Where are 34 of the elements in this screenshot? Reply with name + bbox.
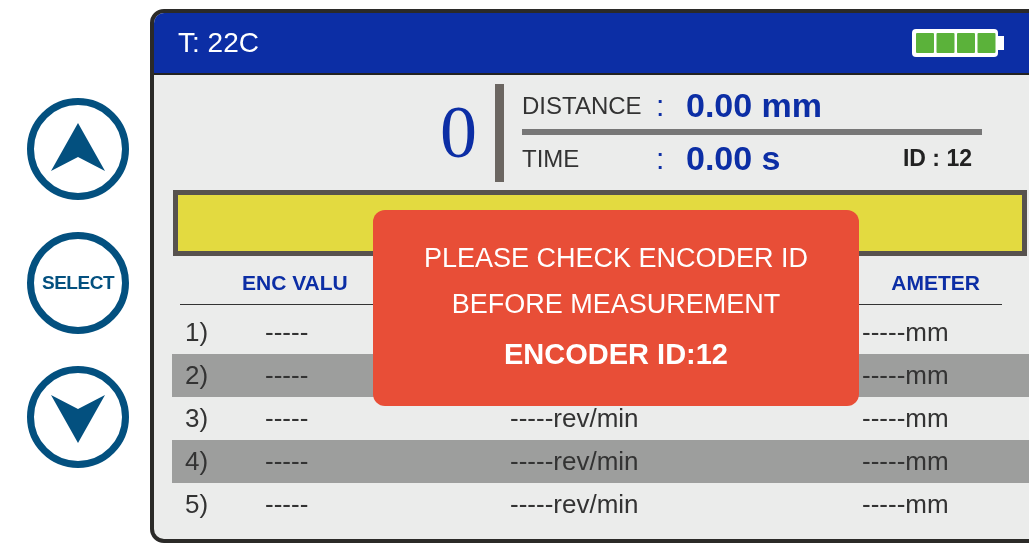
alert-message: PLEASE CHECK ENCODER ID bbox=[423, 242, 809, 275]
table-cell-text: -----mm bbox=[862, 445, 949, 478]
time-value: 0.00 s bbox=[686, 138, 781, 179]
distance-label: DISTANCE bbox=[522, 90, 643, 121]
table-cell-text: -----mm bbox=[862, 488, 949, 521]
alert-encoder-id: ENCODER ID:12 bbox=[504, 337, 728, 372]
column-header: ENC VALU bbox=[242, 269, 348, 296]
temperature-text: T: 22C bbox=[178, 26, 259, 60]
table-cell-text: ----- bbox=[265, 488, 310, 521]
table-cell: -----rev/min bbox=[510, 403, 639, 433]
row-number: 4) bbox=[184, 445, 210, 478]
colon-separator: : bbox=[656, 141, 666, 177]
row-number: 2) bbox=[184, 359, 210, 392]
id-text: ID : 12 bbox=[902, 144, 972, 174]
row-number: 3) bbox=[184, 402, 210, 435]
distance-value: 0.00 mm bbox=[686, 85, 823, 126]
column-header: AMETER bbox=[891, 269, 980, 296]
select-button[interactable]: SELECT bbox=[27, 232, 129, 334]
table-cell-text: ----- bbox=[265, 402, 310, 435]
row-number: 1) bbox=[184, 316, 210, 349]
table-cell-text: ----- bbox=[265, 316, 310, 349]
table-cell-text: ----- bbox=[265, 359, 310, 392]
count-value: 0 bbox=[439, 90, 478, 175]
row-number: 5) bbox=[184, 488, 210, 521]
table-cell: -----rev/min bbox=[510, 489, 639, 519]
table-cell-text: -----mm bbox=[862, 359, 949, 392]
table-cell-text: -----mm bbox=[862, 402, 949, 435]
battery-icon bbox=[910, 27, 1006, 59]
alert-message: BEFORE MEASUREMENT bbox=[451, 288, 781, 321]
colon-separator: : bbox=[656, 88, 666, 124]
time-label: TIME bbox=[522, 143, 581, 174]
table-cell-text: ----- bbox=[265, 445, 310, 478]
table-cell-text: -----mm bbox=[862, 316, 949, 349]
table-cell: -----rev/min bbox=[510, 446, 639, 476]
